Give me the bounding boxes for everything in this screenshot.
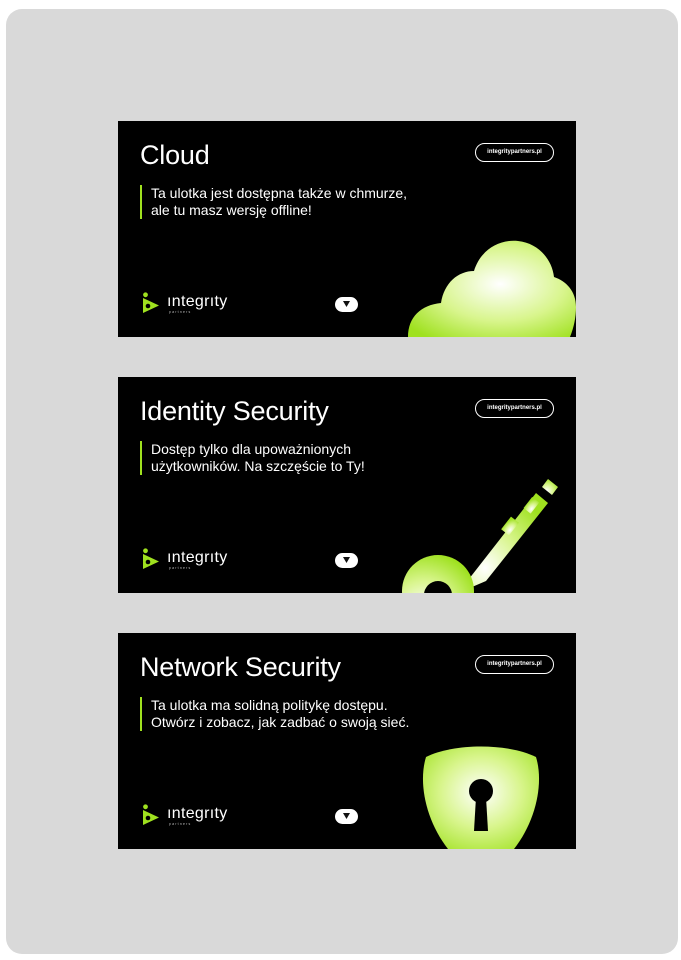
description-line: Ta ulotka ma solidną politykę dostępu.	[151, 697, 388, 713]
description-line: Otwórz i zobacz, jak zadbać o swoją sieć…	[151, 714, 410, 730]
brand-name: ıntegrıty	[167, 293, 228, 310]
shield-keyhole-icon	[422, 746, 540, 849]
banner-description: Ta ulotka jest dostępna także w chmurze,…	[140, 185, 407, 219]
banner-network-security[interactable]: Network Security integritypartners.pl Ta…	[118, 633, 576, 849]
banner-title: Identity Security	[140, 396, 329, 426]
cloud-icon	[408, 240, 576, 337]
banner-description: Dostęp tylko dla upoważnionych użytkowni…	[140, 441, 365, 475]
website-link[interactable]: integritypartners.pl	[475, 143, 554, 162]
chevron-down-icon	[343, 813, 350, 819]
scroll-down-button[interactable]	[335, 297, 358, 312]
brand-name: ıntegrıty	[167, 805, 228, 822]
description-line: Dostęp tylko dla upoważnionych	[151, 441, 352, 457]
scroll-down-button[interactable]	[335, 809, 358, 824]
integrity-logo-icon	[143, 292, 159, 313]
banner-identity-security[interactable]: Identity Security integritypartners.pl D…	[118, 377, 576, 593]
chevron-down-icon	[343, 557, 350, 563]
description-line: Ta ulotka jest dostępna także w chmurze,	[151, 185, 408, 201]
website-link[interactable]: integritypartners.pl	[475, 399, 554, 418]
scroll-down-button[interactable]	[335, 553, 358, 568]
website-link[interactable]: integritypartners.pl	[475, 655, 554, 674]
description-line: użytkowników. Na szczęście to Ty!	[151, 458, 365, 474]
key-icon	[402, 479, 558, 593]
banner-cloud[interactable]: Cloud integritypartners.pl Ta ulotka jes…	[118, 121, 576, 337]
brand-name: ıntegrıty	[167, 549, 228, 566]
description-line: ale tu masz wersję offline!	[151, 202, 312, 218]
integrity-logo-icon	[143, 548, 159, 569]
chevron-down-icon	[343, 301, 350, 307]
integrity-logo-icon	[143, 804, 159, 825]
banner-description: Ta ulotka ma solidną politykę dostępu. O…	[140, 697, 409, 731]
brand-sub: partners	[169, 310, 192, 314]
brand-sub: partners	[169, 566, 192, 570]
banner-title: Network Security	[140, 652, 341, 682]
brand-sub: partners	[169, 822, 192, 826]
banner-title: Cloud	[140, 140, 210, 170]
